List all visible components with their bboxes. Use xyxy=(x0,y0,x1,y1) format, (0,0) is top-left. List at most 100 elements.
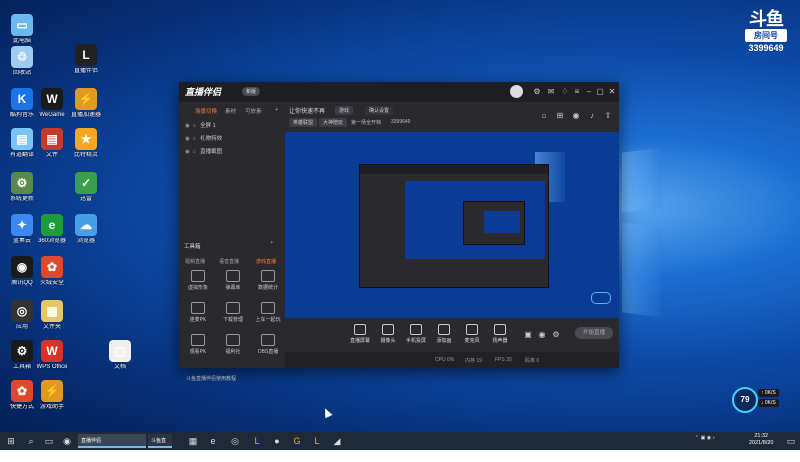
app-v-icon[interactable]: ◢ xyxy=(330,434,344,448)
desktop-icon[interactable]: ▤ 文件 xyxy=(27,128,77,159)
lock-icon[interactable]: ⌂ xyxy=(539,111,549,120)
avatar[interactable] xyxy=(510,85,523,98)
tools-more-icon[interactable]: ◔ xyxy=(269,240,273,247)
tray-icons[interactable]: ⌃ ▣ ◉ ♪ xyxy=(695,435,715,441)
gear-icon[interactable]: ⚙ xyxy=(551,330,561,339)
camera-toggle-icon[interactable]: ▣ xyxy=(523,330,533,339)
scene-item[interactable]: ◉ ⌂ 直播截图 xyxy=(185,147,222,155)
confirm-chip[interactable]: 确认设置 xyxy=(365,106,394,115)
bell-icon[interactable]: ♪ xyxy=(587,111,597,120)
desktop-icon[interactable]: L 直播伴侣 xyxy=(61,44,111,75)
desktop-icon[interactable]: W WeGame xyxy=(27,88,77,119)
settings-icon[interactable]: ⚙ xyxy=(532,87,542,96)
desktop-icon[interactable]: ♲ 回收站 xyxy=(0,46,47,77)
live-assistant-window[interactable]: 直播伴侣 新版 ⚙ ✉ ♢ ≡ – ▢ ✕ 场景切换 素材 可放素 + ◉ ⌂ … xyxy=(179,82,619,382)
eye-icon[interactable]: ◉ xyxy=(185,123,191,129)
desktop-icon[interactable]: ◎ 应用 xyxy=(0,300,47,331)
tutorial-hint[interactable]: 斗鱼直播伴侣使用教程 xyxy=(186,375,236,382)
close-icon[interactable]: ✕ xyxy=(607,87,617,96)
taskbar-task[interactable]: 直播伴侣 xyxy=(78,434,146,448)
desktop-icon[interactable]: ✿ 火绒安全 xyxy=(27,256,77,287)
source-button[interactable]: 添加画 xyxy=(431,324,457,344)
source-button[interactable]: 麦克风 xyxy=(459,324,485,344)
add-scene-button[interactable]: + xyxy=(275,107,278,113)
tab-scenes[interactable]: 场景切换 xyxy=(195,107,217,115)
lock-icon[interactable]: ⌂ xyxy=(193,149,199,155)
mode-video[interactable]: 视频直播 xyxy=(185,258,205,265)
explorer-icon[interactable]: ▦ xyxy=(186,434,200,448)
mode-voice[interactable]: 语音直播 xyxy=(219,258,239,265)
menu-icon[interactable]: ≡ xyxy=(572,87,582,96)
desktop-icon[interactable]: ⚙ 工具箱 xyxy=(0,340,47,371)
nested-window xyxy=(463,201,525,245)
start-live-button[interactable]: 开始直播 xyxy=(575,327,613,339)
tool-button[interactable]: 福利社 xyxy=(216,334,250,355)
cart-icon[interactable]: ⊞ xyxy=(555,111,565,120)
app-g-icon[interactable]: ● xyxy=(270,434,284,448)
tool-button[interactable]: 上车一起玩 xyxy=(251,302,285,323)
stream-preview[interactable] xyxy=(285,132,619,318)
desktop-icon[interactable]: ▭ 此电脑 xyxy=(0,14,47,45)
desktop-icon[interactable]: e 360浏览器 xyxy=(27,214,77,245)
game-chip[interactable]: 英雄联盟 xyxy=(289,118,318,127)
tool-button[interactable]: 虚拟形象 xyxy=(181,270,215,291)
source-button[interactable]: 直播屏幕 xyxy=(347,324,373,344)
maximize-icon[interactable]: ▢ xyxy=(595,87,605,96)
room-title[interactable]: 让你快速不再 xyxy=(289,106,325,115)
app-l-icon[interactable]: L xyxy=(310,434,324,448)
game-icon[interactable]: ◎ xyxy=(228,434,242,448)
edge-icon[interactable]: e xyxy=(206,434,220,448)
desktop-app-icon: ★ xyxy=(75,128,97,150)
source-button[interactable]: 手机投屏 xyxy=(403,324,429,344)
scene-item[interactable]: ◉ ⌂ 礼物特效 xyxy=(185,134,222,142)
tool-button[interactable]: 观看PK xyxy=(181,334,215,355)
tag-chip[interactable]: 大神陪玩 xyxy=(319,118,348,127)
tab-addable[interactable]: 可放素 xyxy=(245,107,262,115)
start-icon[interactable]: ⊞ xyxy=(4,434,18,448)
tool-button[interactable]: 弹幕库 xyxy=(216,270,250,291)
task-view-icon[interactable]: ▭ xyxy=(42,434,56,448)
notification-icon[interactable]: ▭ xyxy=(784,434,798,448)
tool-button[interactable]: 连麦PK xyxy=(181,302,215,323)
desktop-icon[interactable]: ✓ 迅雷 xyxy=(61,172,111,203)
eye-icon[interactable]: ◉ xyxy=(185,136,191,142)
category-chip[interactable]: 游戏 xyxy=(335,106,354,115)
desktop-icon[interactable]: ⚙ 系统更新 xyxy=(0,172,47,203)
record-icon[interactable]: ◉ xyxy=(571,111,581,120)
desktop-app-icon: ⚙ xyxy=(11,172,33,194)
desktop-app-icon: W xyxy=(41,88,63,110)
tool-button[interactable]: 数据统计 xyxy=(251,270,285,291)
taskbar-clock[interactable]: 21:32 2021/8/20 xyxy=(749,433,773,447)
desktop-icon[interactable]: ▢ 文档 xyxy=(95,340,145,371)
minimize-icon[interactable]: – xyxy=(584,87,594,96)
tool-icon xyxy=(261,270,275,282)
desktop-app-icon: ✿ xyxy=(11,380,33,402)
desktop-icon-label: 快捷方式 xyxy=(9,404,34,410)
app-icon[interactable]: ◉ xyxy=(60,434,74,448)
source-button[interactable]: 扬声器 xyxy=(487,324,513,344)
tool-button[interactable]: OBS直播 xyxy=(251,334,285,355)
message-icon[interactable]: ✉ xyxy=(546,87,556,96)
source-button[interactable]: 摄像头 xyxy=(375,324,401,344)
taskbar-task[interactable]: 斗鱼直播 xyxy=(148,434,172,458)
share-icon[interactable]: ⇪ xyxy=(603,111,613,120)
network-speed-widget[interactable]: 79 ↑ 0K/S ↓ 0K/S xyxy=(732,387,794,413)
eye-icon[interactable]: ◉ xyxy=(537,330,547,339)
room-tag: 房间号 xyxy=(745,29,787,42)
app-g2-icon[interactable]: G xyxy=(290,434,304,448)
window-titlebar[interactable]: 直播伴侣 新版 ⚙ ✉ ♢ ≡ – ▢ ✕ xyxy=(179,82,619,102)
search-icon[interactable]: ⌕ xyxy=(24,434,38,448)
desktop-icon[interactable]: ✿ 快捷方式 xyxy=(0,380,47,411)
wallpaper-beam xyxy=(622,147,662,213)
tool-button[interactable]: 下载管理 xyxy=(216,302,250,323)
mode-game[interactable]: 游戏直播 xyxy=(256,258,276,265)
scene-item[interactable]: ◉ ⌂ 全屏 1 xyxy=(185,121,216,129)
tool-icon xyxy=(191,270,205,282)
eye-icon[interactable]: ◉ xyxy=(185,149,191,155)
version-badge[interactable]: 新版 xyxy=(242,87,261,96)
tab-material[interactable]: 素材 xyxy=(225,107,236,115)
lock-icon[interactable]: ⌂ xyxy=(193,136,199,142)
live-assistant-icon[interactable]: L xyxy=(250,434,264,448)
lock-icon[interactable]: ⌂ xyxy=(193,123,199,129)
gift-icon[interactable]: ♢ xyxy=(560,87,570,96)
